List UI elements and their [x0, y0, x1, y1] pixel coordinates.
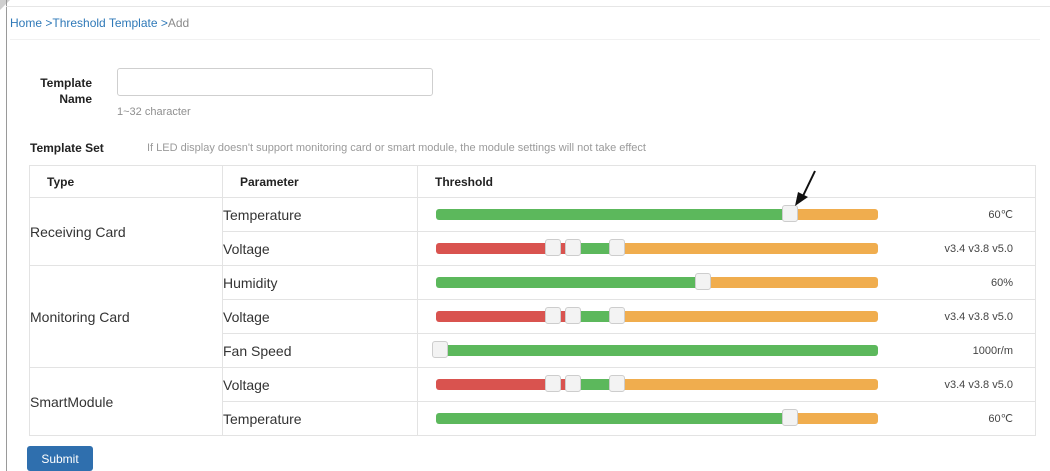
slider-handle[interactable] [565, 239, 582, 256]
slider-handle[interactable] [545, 375, 562, 392]
frame-left-border [6, 0, 7, 471]
threshold-value: 60℃ [988, 413, 1013, 425]
slider-handle[interactable] [609, 239, 626, 256]
slider-segment [436, 413, 790, 424]
submit-button[interactable]: Submit [27, 446, 93, 471]
slider-handle[interactable] [609, 375, 626, 392]
param-voltage: Voltage [222, 231, 418, 266]
threshold-slider[interactable] [436, 307, 878, 324]
threshold-cell: 60% [417, 265, 1036, 300]
threshold-slider[interactable] [436, 273, 878, 290]
threshold-slider[interactable] [432, 341, 878, 358]
slider-segment [436, 209, 790, 220]
param-temperature: Temperature [222, 401, 418, 436]
threshold-cell: v3.4 v3.8 v5.0 [417, 231, 1036, 266]
table-row: Monitoring Card Humidity 60% [29, 265, 1036, 368]
threshold-value: v3.4 v3.8 v5.0 [944, 379, 1014, 391]
param-humidity: Humidity [222, 265, 418, 300]
slider-segment [703, 277, 878, 288]
slider-handle[interactable] [781, 409, 798, 426]
threshold-cell: v3.4 v3.8 v5.0 [417, 299, 1036, 334]
slider-segment [617, 243, 878, 254]
breadcrumb: Home >Threshold Template >Add [10, 16, 190, 30]
template-set-note: If LED display doesn't support monitorin… [147, 142, 646, 154]
template-set-label: Template Set [30, 141, 104, 155]
window-corner [0, 0, 10, 10]
type-monitoring-card: Monitoring Card [29, 265, 223, 368]
param-temperature: Temperature [222, 197, 418, 232]
table-row: Receiving Card Temperature 60℃ [29, 197, 1036, 266]
slider-handle[interactable] [545, 239, 562, 256]
table-row: SmartModule Voltage v3.4 v3.8 v5.0 [29, 367, 1036, 436]
param-fan-speed: Fan Speed [222, 333, 418, 368]
threshold-value: 60℃ [988, 209, 1013, 221]
breadcrumb-home[interactable]: Home [10, 16, 42, 30]
slider-handle[interactable] [565, 375, 582, 392]
header-parameter: Parameter [222, 165, 418, 198]
threshold-cell: 60℃ [417, 401, 1036, 436]
template-name-input[interactable] [117, 68, 433, 96]
threshold-cell: 60℃ [417, 197, 1036, 232]
threshold-cell: 1000r/m [417, 333, 1036, 368]
slider-handle[interactable] [695, 273, 712, 290]
breadcrumb-threshold-template[interactable]: Threshold Template [52, 16, 157, 30]
slider-segment [436, 277, 704, 288]
slider-segment [789, 209, 878, 220]
slider-handle[interactable] [545, 307, 562, 324]
slider-handle[interactable] [432, 341, 449, 358]
template-name-label: Template Name [40, 76, 92, 106]
threshold-slider[interactable] [436, 205, 878, 222]
frame-top-border [6, 6, 1050, 7]
slider-handle[interactable] [565, 307, 582, 324]
breadcrumb-divider [10, 39, 1040, 40]
threshold-value: v3.4 v3.8 v5.0 [944, 311, 1014, 323]
slider-segment [436, 345, 878, 356]
template-name-hint: 1~32 character [117, 106, 191, 118]
threshold-value: v3.4 v3.8 v5.0 [944, 243, 1014, 255]
slider-segment [789, 413, 878, 424]
param-voltage: Voltage [222, 299, 418, 334]
breadcrumb-current: Add [167, 16, 190, 30]
threshold-value: 1000r/m [972, 345, 1013, 357]
threshold-table: Type Parameter Threshold Receiving Card … [29, 165, 1036, 436]
threshold-cell: v3.4 v3.8 v5.0 [417, 367, 1036, 402]
header-type: Type [29, 165, 223, 198]
type-receiving-card: Receiving Card [29, 197, 223, 266]
param-voltage: Voltage [222, 367, 418, 402]
pointer-arrow-icon [795, 170, 816, 206]
threshold-slider[interactable] [436, 239, 878, 256]
slider-handle[interactable] [609, 307, 626, 324]
threshold-slider[interactable] [436, 375, 878, 392]
header-threshold: Threshold [417, 165, 1036, 198]
threshold-slider[interactable] [436, 409, 878, 426]
slider-segment [617, 311, 878, 322]
threshold-value: 60% [990, 277, 1013, 289]
table-header-row: Type Parameter Threshold [29, 165, 1036, 198]
slider-segment [617, 379, 878, 390]
type-smartmodule: SmartModule [29, 367, 223, 436]
